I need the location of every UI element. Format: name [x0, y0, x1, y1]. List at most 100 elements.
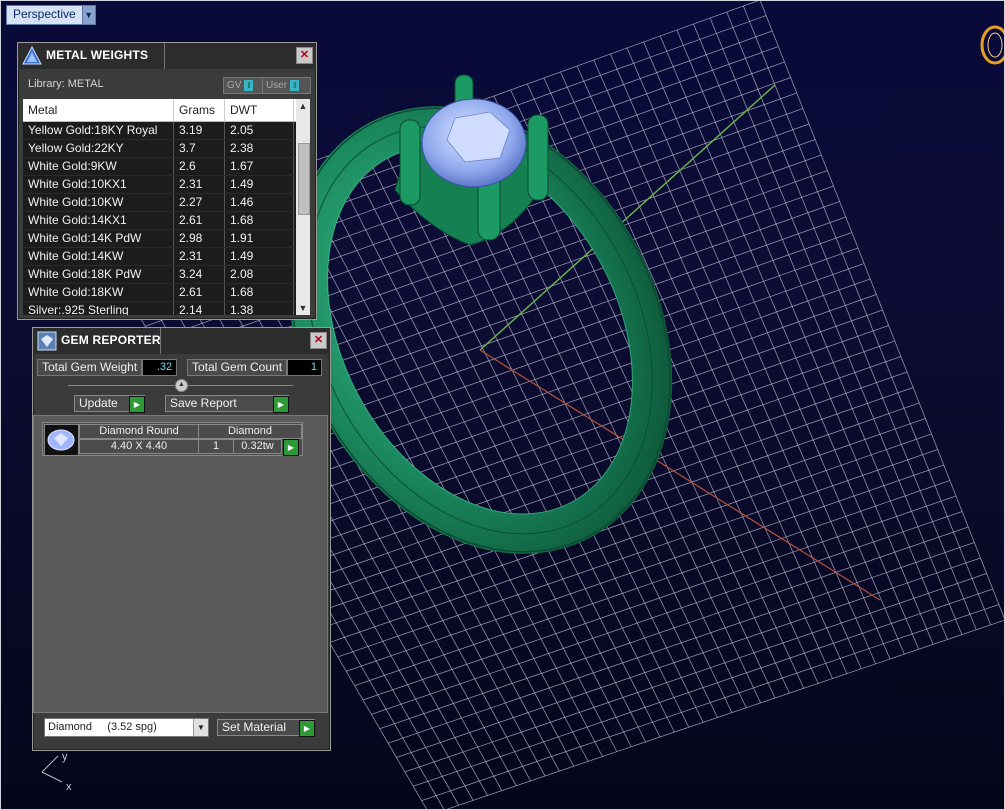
view-cube-icon[interactable]: [980, 25, 1005, 65]
dwt-cell: 1.49: [225, 248, 294, 265]
table-row[interactable]: White Gold:14K PdW 2.98 1.91: [23, 230, 310, 248]
grams-cell: 2.98: [174, 230, 225, 247]
gem-size: 4.40 X 4.40: [79, 439, 199, 454]
diamond-gem[interactable]: [421, 98, 527, 188]
diamond-round-icon: [44, 424, 79, 456]
table-row[interactable]: Yellow Gold:22KY 3.7 2.38: [23, 140, 310, 158]
grid-line: [759, 0, 1005, 621]
gem-weight: 0.32tw: [233, 439, 282, 454]
set-material-button-label: Set Material: [222, 720, 287, 734]
metal-name-cell: Silver:.925 Sterling: [23, 302, 174, 315]
metal-weights-title: METAL WEIGHTS: [46, 48, 149, 62]
chevron-down-icon[interactable]: ▼: [193, 719, 208, 736]
toggle-indicator-icon: ‖: [290, 80, 300, 91]
grams-cell: 3.7: [174, 140, 225, 157]
title-divider: [160, 328, 161, 354]
title-divider: [164, 43, 165, 69]
metal-table[interactable]: Metal Grams DWT Yellow Gold:18KY Royal 3.…: [23, 99, 310, 315]
close-icon[interactable]: ✕: [310, 332, 327, 349]
dwt-cell: 2.38: [225, 140, 294, 157]
column-header-metal[interactable]: Metal: [23, 99, 174, 121]
total-gem-count-value: 1: [287, 359, 323, 376]
table-row[interactable]: White Gold:9KW 2.6 1.67: [23, 158, 310, 176]
metal-name-cell: White Gold:14K PdW: [23, 230, 174, 247]
play-icon[interactable]: ▶: [299, 720, 315, 737]
total-gem-weight-row: Total Gem Weight .32: [37, 359, 178, 376]
metal-name-cell: White Gold:18K PdW: [23, 266, 174, 283]
dwt-cell: 1.91: [225, 230, 294, 247]
total-gem-weight-label: Total Gem Weight: [37, 359, 143, 376]
play-icon[interactable]: ▶: [283, 439, 299, 456]
grid-line: [421, 604, 1000, 802]
dwt-cell: 1.67: [225, 158, 294, 175]
gem-list[interactable]: Diamond Round 4.40 X 4.40 Diamond 1 0.32…: [33, 415, 328, 713]
metal-name-cell: Yellow Gold:18KY Royal: [23, 122, 174, 139]
metal-name-cell: White Gold:14KX1: [23, 212, 174, 229]
table-row[interactable]: Yellow Gold:18KY Royal 3.19 2.05: [23, 122, 310, 140]
dwt-cell: 2.08: [225, 266, 294, 283]
material-select-value: Diamond (3.52 spg): [48, 721, 157, 733]
column-header-grams[interactable]: Grams: [174, 99, 225, 121]
gv-toggle-label: GV: [227, 80, 242, 91]
column-header-dwt[interactable]: DWT: [225, 99, 294, 121]
metal-name-cell: Yellow Gold:22KY: [23, 140, 174, 157]
gem-material: Diamond: [198, 424, 302, 439]
dwt-cell: 2.05: [225, 122, 294, 139]
table-row[interactable]: White Gold:14KW 2.31 1.49: [23, 248, 310, 266]
material-select[interactable]: Diamond (3.52 spg) ▼: [44, 718, 209, 737]
gem-shape: Diamond Round: [79, 424, 199, 439]
x-axis-line: [479, 349, 881, 601]
metal-name-cell: White Gold:10KX1: [23, 176, 174, 193]
chevron-down-icon[interactable]: ▼: [81, 6, 95, 24]
metal-name-cell: White Gold:10KW: [23, 194, 174, 211]
save-report-button[interactable]: Save Report ▶: [165, 395, 289, 413]
view-mode-label[interactable]: Perspective: [7, 6, 82, 24]
grid-line: [379, 526, 969, 730]
scrollbar-thumb[interactable]: [298, 143, 310, 215]
dwt-cell: 1.38: [225, 302, 294, 315]
gem-list-item[interactable]: Diamond Round 4.40 X 4.40 Diamond 1 0.32…: [42, 422, 303, 456]
metal-weights-icon: [22, 46, 42, 65]
library-label: Library: METAL: [28, 78, 104, 90]
grid-line: [743, 5, 991, 626]
grams-cell: 3.24: [174, 266, 225, 283]
table-row[interactable]: White Gold:14KX1 2.61 1.68: [23, 212, 310, 230]
update-button[interactable]: Update ▶: [74, 395, 145, 413]
axis-x-label: x: [66, 781, 72, 793]
axis-y-label: y: [62, 751, 68, 763]
table-row[interactable]: Silver:.925 Sterling 2.14 1.38: [23, 302, 310, 315]
gv-toggle[interactable]: GV ‖: [223, 77, 264, 94]
metal-table-scrollbar[interactable]: ▲ ▼: [296, 99, 310, 315]
grams-cell: 2.61: [174, 212, 225, 229]
scroll-down-icon[interactable]: ▼: [296, 301, 310, 315]
gem-count: 1: [198, 439, 234, 454]
play-icon[interactable]: ▶: [273, 396, 289, 413]
gem-reporter-titlebar[interactable]: GEM REPORTER ✕: [33, 328, 330, 354]
user-toggle[interactable]: User ‖: [262, 77, 311, 94]
collapse-icon[interactable]: ▲: [175, 379, 188, 392]
grid-line: [709, 17, 963, 635]
metal-weights-panel: METAL WEIGHTS ✕ Library: METAL GV ‖ User ‖…: [17, 42, 317, 320]
table-row[interactable]: White Gold:10KX1 2.31 1.49: [23, 176, 310, 194]
gem-reporter-icon: [37, 331, 57, 351]
metal-table-header: Metal Grams DWT: [23, 99, 310, 122]
metal-weights-titlebar[interactable]: METAL WEIGHTS ✕: [18, 43, 316, 69]
close-icon[interactable]: ✕: [296, 47, 313, 64]
table-row[interactable]: White Gold:18KW 2.61 1.68: [23, 284, 310, 302]
set-material-button[interactable]: Set Material ▶: [217, 719, 315, 737]
user-toggle-label: User: [266, 80, 288, 91]
table-row[interactable]: White Gold:10KW 2.27 1.46: [23, 194, 310, 212]
grams-cell: 2.31: [174, 248, 225, 265]
total-gem-count-label: Total Gem Count: [187, 359, 288, 376]
axis-indicator-icon: y x: [41, 751, 72, 793]
play-icon[interactable]: ▶: [129, 396, 145, 413]
view-mode-dropdown[interactable]: Perspective ▼: [6, 5, 96, 25]
gem-reporter-panel: GEM REPORTER ✕ Total Gem Weight .32 Tota…: [32, 327, 331, 751]
grams-cell: 2.61: [174, 284, 225, 301]
metal-name-cell: White Gold:9KW: [23, 158, 174, 175]
metal-table-body: Yellow Gold:18KY Royal 3.19 2.05 Yellow Gol…: [23, 122, 310, 315]
total-gem-weight-value: .32: [142, 359, 178, 376]
table-row[interactable]: White Gold:18K PdW 3.24 2.08: [23, 266, 310, 284]
scroll-up-icon[interactable]: ▲: [296, 99, 310, 113]
metal-name-cell: White Gold:18KW: [23, 284, 174, 301]
